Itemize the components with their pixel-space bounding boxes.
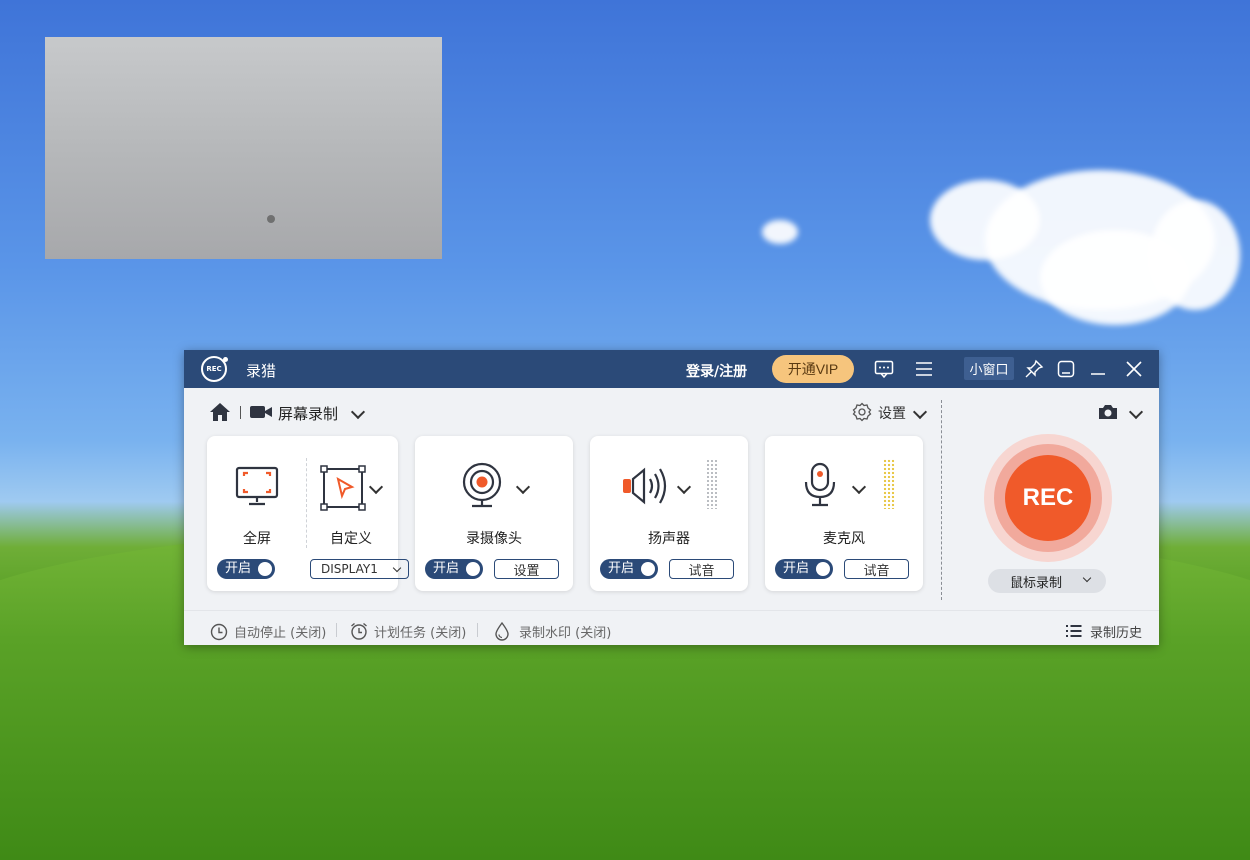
microphone-chevron-down-icon[interactable] — [851, 479, 867, 495]
app-logo-icon: REC — [201, 356, 228, 382]
webcam-card: 录摄像头 开启 设置 — [415, 436, 573, 591]
blurred-preview-window — [45, 37, 442, 259]
rec-button[interactable]: REC — [1005, 455, 1091, 541]
speaker-icon[interactable] — [620, 465, 672, 507]
breadcrumb-separator — [240, 406, 241, 419]
auto-stop-option[interactable]: 自动停止 (关闭) — [209, 621, 326, 641]
mouse-record-label: 鼠标录制 — [1010, 575, 1063, 591]
speaker-chevron-down-icon[interactable] — [676, 479, 692, 495]
speaker-level-meter — [706, 459, 718, 509]
vip-button[interactable]: 开通VIP — [772, 355, 854, 383]
custom-label[interactable]: 自定义 — [323, 528, 379, 548]
webcam-settings-button[interactable]: 设置 — [494, 559, 559, 579]
custom-region-icon[interactable] — [320, 465, 366, 511]
alarm-clock-icon — [351, 622, 367, 640]
screenshot-chevron-down-icon[interactable] — [1128, 404, 1144, 420]
screen-toggle[interactable]: 开启 — [217, 559, 275, 579]
scheduled-task-option[interactable]: 计划任务 (关闭) — [349, 621, 466, 641]
settings-link[interactable]: 设置 — [878, 403, 906, 423]
fullscreen-label[interactable]: 全屏 — [229, 528, 285, 548]
card-inner-divider — [306, 458, 308, 548]
recorder-app-window: REC 录猎 登录/注册 开通VIP 小窗口 屏幕录制 设置 全屏 自定义 开启… — [184, 350, 1159, 645]
video-camera-icon — [250, 406, 272, 418]
screen-area-card: 全屏 自定义 开启 DISPLAY1 — [207, 436, 409, 591]
webcam-icon[interactable] — [460, 462, 504, 510]
water-drop-icon — [495, 621, 509, 641]
speaker-card: 扬声器 开启 试音 — [590, 436, 748, 591]
webcam-chevron-down-icon[interactable] — [515, 479, 531, 495]
microphone-icon[interactable] — [803, 462, 837, 508]
microphone-label: 麦克风 — [823, 531, 865, 547]
mini-window-button[interactable]: 小窗口 — [964, 357, 1014, 380]
microphone-card: 麦克风 开启 试音 — [765, 436, 923, 591]
footer-separator — [336, 623, 337, 637]
webcam-label: 录摄像头 — [466, 531, 522, 547]
microphone-test-button[interactable]: 试音 — [844, 559, 909, 579]
screenshot-camera-icon[interactable] — [1097, 402, 1119, 422]
watermark-label: 录制水印 (关闭) — [519, 625, 612, 641]
feedback-icon[interactable] — [874, 359, 894, 379]
footer-separator — [477, 623, 478, 637]
app-title: 录猎 — [246, 362, 277, 380]
speaker-label: 扬声器 — [648, 531, 690, 547]
auto-stop-label: 自动停止 (关闭) — [234, 625, 327, 641]
mouse-record-dropdown[interactable]: 鼠标录制 — [988, 569, 1106, 593]
watermark-option[interactable]: 录制水印 (关闭) — [492, 621, 611, 641]
settings-gear-icon[interactable] — [852, 402, 872, 422]
speaker-test-button[interactable]: 试音 — [669, 559, 734, 579]
recording-history-link[interactable]: 录制历史 — [1064, 621, 1142, 641]
list-icon — [1066, 625, 1082, 637]
title-bar: REC 录猎 登录/注册 开通VIP 小窗口 — [184, 350, 1159, 388]
shrink-icon[interactable] — [1056, 359, 1076, 379]
recording-history-label: 录制历史 — [1090, 625, 1143, 641]
microphone-toggle[interactable]: 开启 — [775, 559, 833, 579]
microphone-level-meter — [883, 459, 895, 509]
custom-chevron-down-icon[interactable] — [368, 479, 384, 495]
settings-chevron-down-icon[interactable] — [912, 404, 928, 420]
clock-icon — [210, 623, 228, 641]
mouse-record-chevron-down-icon — [1082, 573, 1092, 583]
login-register-link[interactable]: 登录/注册 — [686, 361, 747, 381]
close-icon[interactable] — [1124, 359, 1144, 379]
panel-divider — [941, 400, 942, 600]
pin-icon[interactable] — [1024, 359, 1044, 379]
footer-bar: 自动停止 (关闭) 计划任务 (关闭) 录制水印 (关闭) 录制历史 — [184, 610, 1159, 646]
minimize-icon[interactable] — [1088, 359, 1108, 379]
mode-selector[interactable]: 屏幕录制 — [278, 403, 338, 424]
display-select[interactable]: DISPLAY1 — [310, 559, 409, 579]
webcam-toggle[interactable]: 开启 — [425, 559, 483, 579]
menu-icon[interactable] — [914, 359, 934, 379]
home-icon[interactable] — [209, 402, 231, 422]
speaker-toggle[interactable]: 开启 — [600, 559, 658, 579]
fullscreen-monitor-icon[interactable] — [234, 464, 280, 510]
scheduled-task-label: 计划任务 (关闭) — [374, 625, 467, 641]
mode-chevron-down-icon[interactable] — [350, 404, 366, 420]
